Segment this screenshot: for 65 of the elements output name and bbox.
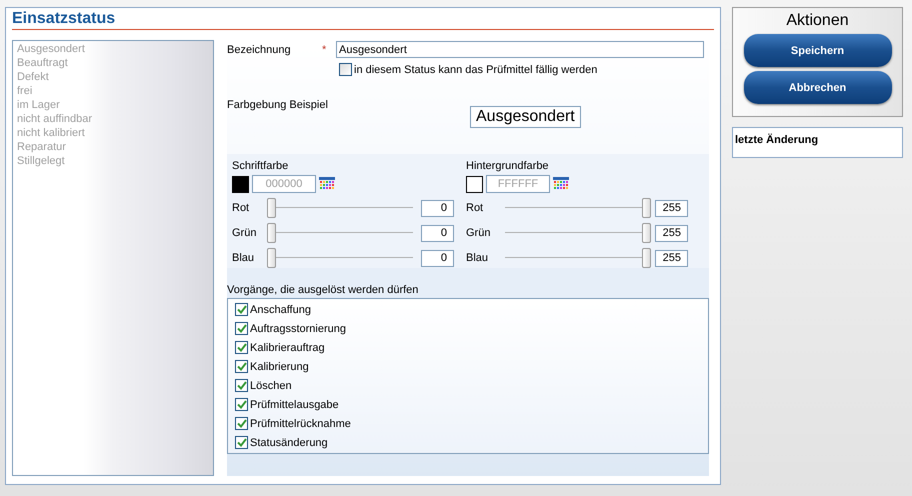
slider-thumb[interactable] [267,248,276,268]
slider-track[interactable] [267,223,413,243]
channel-label: Rot [232,202,250,214]
slider-track[interactable] [267,198,413,218]
value-input-field[interactable]: 255 [655,250,688,266]
status-list-item[interactable]: nicht kalibriert [17,126,209,140]
checkbox-label: Löschen [250,380,292,392]
value-input-field[interactable]: 255 [655,224,688,242]
slider-thumb[interactable] [267,198,276,218]
status-list-item[interactable]: Stillgelegt [17,154,209,168]
checkbox[interactable] [235,398,248,411]
checkbox-label: Statusänderung [250,436,328,448]
slider-thumb[interactable] [267,223,276,243]
action-button[interactable]: Abbrechen [744,71,892,104]
channel-label: Grün [232,227,258,239]
checkbox-label: Auftragsstornierung [250,322,346,334]
section-label: Hintergrundfarbe [466,160,550,172]
channel-label: Grün [466,227,492,239]
color-preview: Ausgesondert [470,106,581,128]
checkbox[interactable] [235,436,248,449]
value-input-field[interactable]: 255 [655,200,688,216]
status-list-item[interactable]: Ausgesondert [17,42,209,56]
slider-thumb[interactable] [642,248,652,268]
checkbox[interactable] [235,417,248,430]
checkbox[interactable] [235,379,248,392]
checkbox[interactable] [235,303,248,316]
slider-thumb[interactable] [642,223,652,243]
value-input-field[interactable]: 0 [421,200,454,216]
checkbox-label: Anschaffung [250,304,311,316]
action-button[interactable]: Speichern [744,34,892,67]
name-input-field[interactable]: Ausgesondert [336,41,704,58]
page-title: Einsatzstatus [12,10,714,30]
color-palette-icon[interactable] [553,177,569,191]
section-label: Farbgebung Beispiel [227,99,329,111]
checkbox[interactable] [235,360,248,373]
status-list-item[interactable]: Defekt [17,70,209,84]
checkbox-label: Kalibrierauftrag [250,342,325,354]
checkbox[interactable] [235,341,248,354]
status-list-item[interactable]: Reparatur [17,140,209,154]
channel-label: Rot [466,202,484,214]
checkbox-label: Prüfmittelrücknahme [250,418,351,430]
status-list-item[interactable]: nicht auffindbar [17,112,209,126]
status-list-item[interactable]: frei [17,84,209,98]
slider-track[interactable] [267,248,413,268]
status-list-item[interactable]: im Lager [17,98,209,112]
checkbox-label: Prüfmittelausgabe [250,398,339,410]
field-label: Bezeichnung [227,44,292,56]
slider-thumb[interactable] [642,198,652,218]
checkbox-label: in diesem Status kann das Prüfmittel fällig werden [354,64,598,76]
section-label: Vorgänge, die ausgelöst werden dürfen [227,284,418,296]
checkbox[interactable] [339,63,352,76]
hex-input-field[interactable]: FFFFFF [486,175,550,193]
checkbox[interactable] [235,322,248,335]
panel-title: Aktionen [786,12,849,30]
hex-input-field[interactable]: 000000 [252,175,316,193]
section-label: Schriftfarbe [232,160,290,172]
channel-label: Blau [466,252,490,264]
panel-title: letzte Änderung [735,134,818,146]
channel-label: Blau [232,252,256,264]
color-palette-icon[interactable] [319,177,335,191]
required-mark: * [322,44,328,56]
value-input-field[interactable]: 0 [421,250,454,266]
value-input-field[interactable]: 0 [421,224,454,242]
checkbox-label: Kalibrierung [250,360,309,372]
status-list-item[interactable]: Beauftragt [17,56,209,70]
